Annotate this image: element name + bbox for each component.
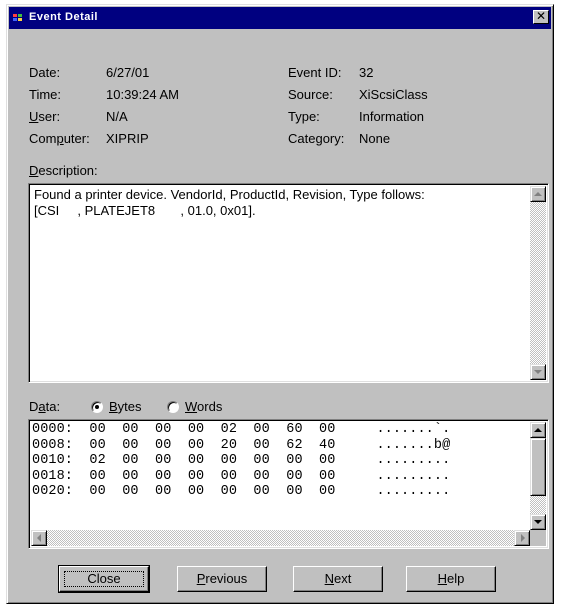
user-label: User: [29, 109, 61, 124]
data-vscrollbar[interactable] [530, 422, 546, 530]
computer-value: XIPRIP [106, 131, 149, 146]
time-value: 10:39:24 AM [106, 87, 179, 102]
type-value: Information [359, 109, 425, 124]
category-label: Category: [288, 131, 345, 146]
next-button-label: Next [324, 571, 352, 586]
app-icon [13, 14, 22, 21]
data-hscrollbar[interactable] [31, 530, 530, 546]
description-line: [CSI , PLATEJET8 , 01.0, 0x01]. [34, 203, 256, 218]
hex-row: 0020: 00 00 00 00 00 00 00 00 ......... [32, 484, 451, 500]
arrow-up-icon[interactable] [530, 422, 546, 438]
bytes-radio[interactable] [91, 401, 103, 413]
next-button[interactable]: Next [293, 566, 383, 592]
event-id-label: Event ID: [288, 65, 342, 80]
source-value: XiScsiClass [359, 87, 428, 102]
time-label: Time: [29, 87, 62, 102]
focus-rect [64, 571, 144, 587]
event-detail-window: Event Detail ✕ Date: 6/27/01 Time: 10:39… [6, 4, 554, 604]
date-label: Date: [29, 65, 61, 80]
window-title: Event Detail [29, 11, 98, 23]
description-scrollbar[interactable] [530, 186, 546, 380]
data-label: Data: [29, 399, 61, 414]
help-button[interactable]: Help [406, 566, 496, 592]
previous-button[interactable]: Previous [177, 566, 267, 592]
hex-row: 0018: 00 00 00 00 00 00 00 00 ......... [32, 468, 451, 484]
hex-row: 0010: 02 00 00 00 00 00 00 00 ......... [32, 453, 451, 469]
radio-selected-dot [95, 405, 99, 409]
type-label: Type: [288, 109, 320, 124]
title-bar[interactable]: Event Detail ✕ [9, 7, 551, 29]
date-value: 6/27/01 [106, 65, 150, 80]
close-x-icon[interactable]: ✕ [533, 10, 549, 24]
category-value: None [359, 131, 391, 146]
arrow-down-icon[interactable] [530, 514, 546, 530]
description-label: Description: [29, 163, 98, 178]
source-label: Source: [288, 87, 333, 102]
scrollbar-corner [530, 530, 546, 546]
arrow-up-icon[interactable] [530, 186, 546, 202]
data-hex-dump: 0000: 00 00 00 00 02 00 60 00 .......`. 0… [32, 422, 450, 500]
data-box[interactable]: 0000: 00 00 00 00 02 00 60 00 .......`. 0… [28, 419, 549, 549]
computer-label: Computer: [29, 131, 90, 146]
description-text: Found a printer device. VendorId, Produc… [34, 187, 526, 219]
arrow-left-icon[interactable] [31, 530, 47, 546]
arrow-down-icon[interactable] [530, 364, 546, 380]
previous-button-label: Previous [196, 571, 248, 586]
close-button[interactable]: Close [58, 565, 150, 593]
words-radio[interactable] [167, 401, 179, 413]
words-radio-label[interactable]: Words [185, 399, 222, 414]
scroll-thumb[interactable] [530, 438, 546, 496]
bytes-radio-label[interactable]: Bytes [109, 399, 142, 414]
user-value: N/A [106, 109, 128, 124]
hex-row: 0008: 00 00 00 00 20 00 62 40 .......b@ [32, 437, 451, 453]
description-box[interactable]: Found a printer device. VendorId, Produc… [28, 183, 549, 383]
event-id-value: 32 [359, 65, 374, 80]
help-button-label: Help [437, 571, 465, 586]
hex-row: 0000: 00 00 00 00 02 00 60 00 .......`. [32, 422, 451, 437]
arrow-right-icon[interactable] [514, 530, 530, 546]
description-line: Found a printer device. VendorId, Produc… [34, 187, 425, 202]
